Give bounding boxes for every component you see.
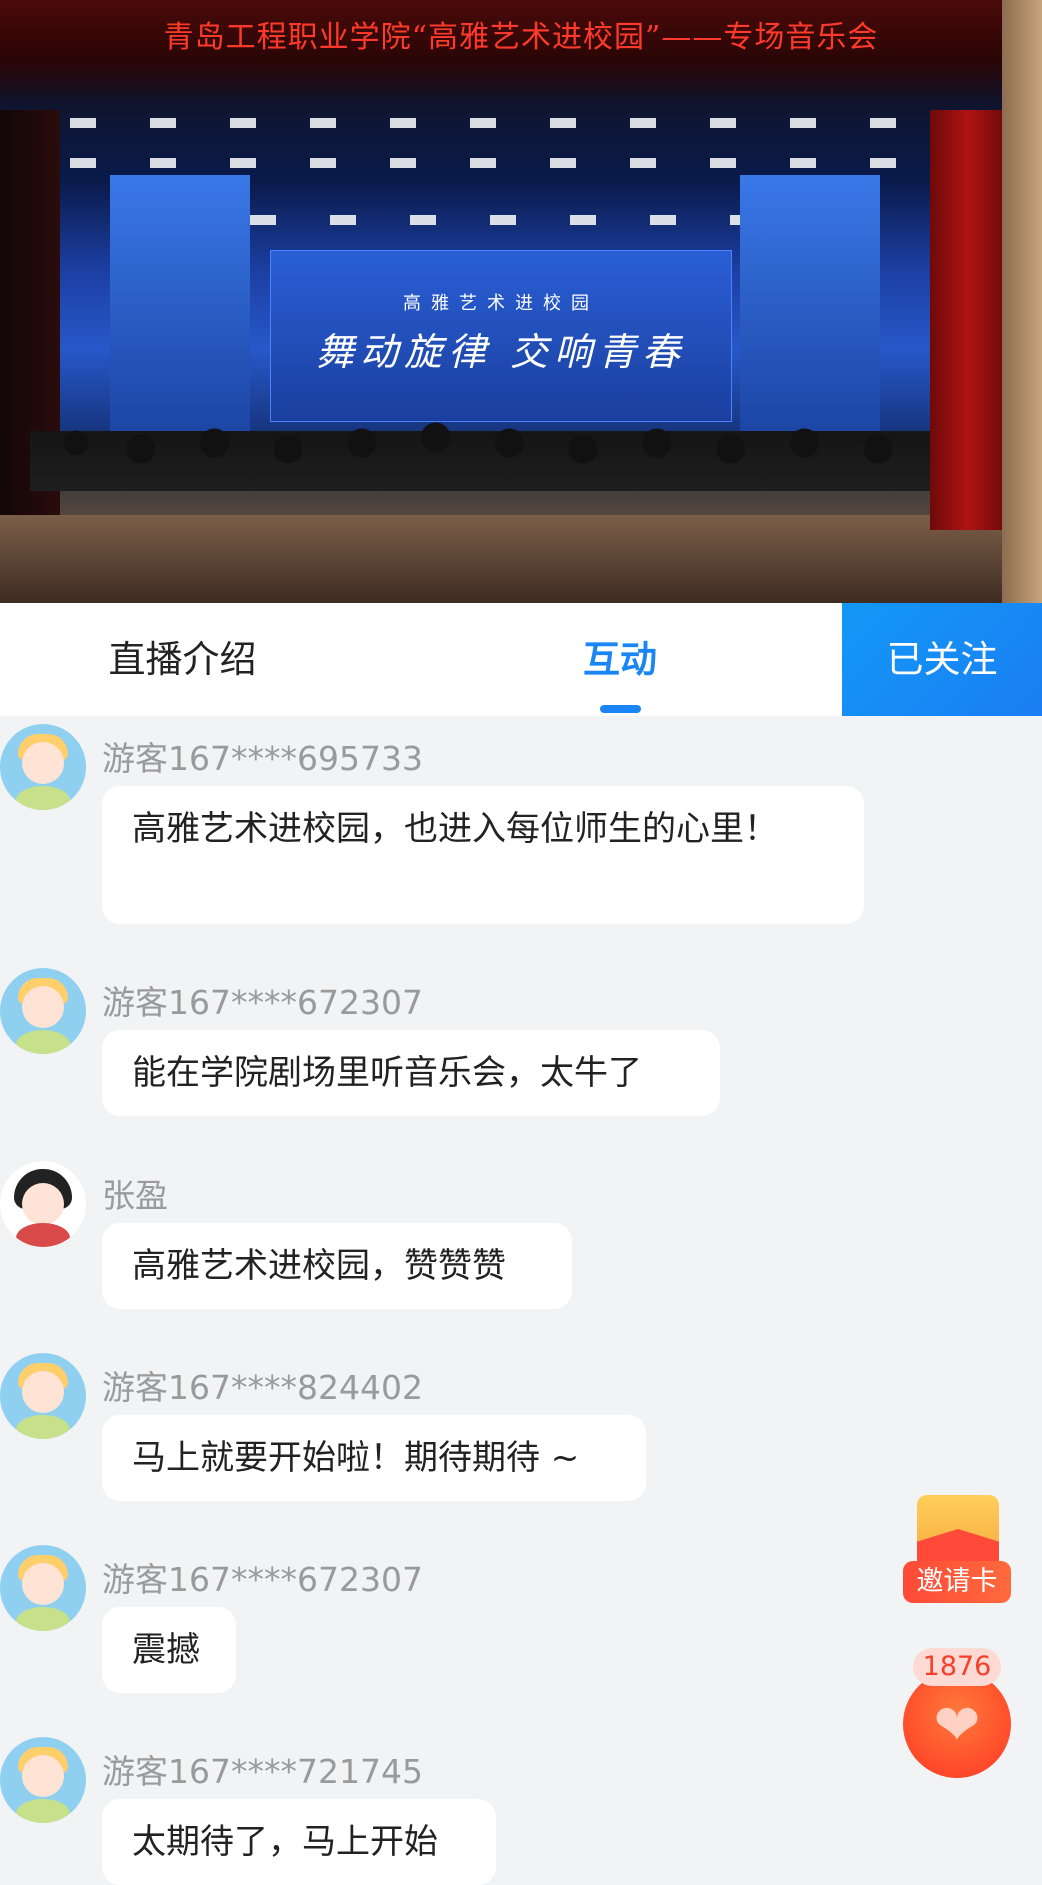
- guest-avatar-icon[interactable]: [0, 1353, 86, 1439]
- active-tab-indicator: [600, 705, 641, 713]
- heart-icon: ❤: [933, 1693, 981, 1759]
- screen-title: 舞动旋律 交响青春: [315, 330, 687, 374]
- chat-bubble: 震撼: [102, 1607, 236, 1693]
- chat-username: 游客167****695733: [102, 739, 423, 778]
- stage-lights: [70, 118, 942, 128]
- girl-avatar-icon[interactable]: [0, 1161, 86, 1247]
- invite-card-button[interactable]: 邀请卡: [903, 1495, 1011, 1610]
- stage-floor: [0, 515, 1002, 603]
- chat-list[interactable]: 游客167****695733 高雅艺术进校园，也进入每位师生的心里！ 游客16…: [0, 716, 1042, 1885]
- chat-bubble: 高雅艺术进校园，赞赞赞: [102, 1223, 572, 1309]
- stage-banner: 青岛工程职业学院“高雅艺术进校园”——专场音乐会: [163, 20, 879, 55]
- chat-username: 游客167****672307: [102, 1560, 423, 1599]
- chat-username: 游客167****672307: [102, 983, 423, 1022]
- chat-username: 张盈: [102, 1176, 168, 1215]
- guest-avatar-icon[interactable]: [0, 1737, 86, 1823]
- like-button[interactable]: ❤: [903, 1670, 1011, 1778]
- chat-bubble: 太期待了，马上开始: [102, 1799, 496, 1885]
- follow-button[interactable]: 已关注: [842, 603, 1042, 716]
- stage-lights: [70, 158, 942, 168]
- tab-live-intro[interactable]: 直播介绍: [0, 603, 365, 716]
- chat-username: 游客167****721745: [102, 1752, 423, 1791]
- side-wall: [1002, 0, 1042, 603]
- tab-interaction[interactable]: 互动: [435, 603, 805, 716]
- chat-bubble: 能在学院剧场里听音乐会，太牛了: [102, 1030, 720, 1116]
- live-video-player[interactable]: 高雅艺术进校园 舞动旋律 交响青春 青岛工程职业学院“高雅艺术进校园”——专场音…: [0, 0, 1042, 603]
- like-count-badge: 1876: [913, 1648, 1001, 1686]
- screen-subtitle: 高雅艺术进校园: [403, 293, 599, 314]
- guest-avatar-icon[interactable]: [0, 968, 86, 1054]
- stage-lights: [170, 215, 762, 225]
- chat-bubble: 高雅艺术进校园，也进入每位师生的心里！: [102, 786, 864, 924]
- chat-username: 游客167****824402: [102, 1368, 423, 1407]
- chat-bubble: 马上就要开始啦！期待期待 ~: [102, 1415, 646, 1501]
- guest-avatar-icon[interactable]: [0, 724, 86, 810]
- orchestra: [30, 395, 952, 515]
- guest-avatar-icon[interactable]: [0, 1545, 86, 1631]
- invite-card-label: 邀请卡: [903, 1561, 1011, 1603]
- stage-curtain-right: [930, 110, 1006, 530]
